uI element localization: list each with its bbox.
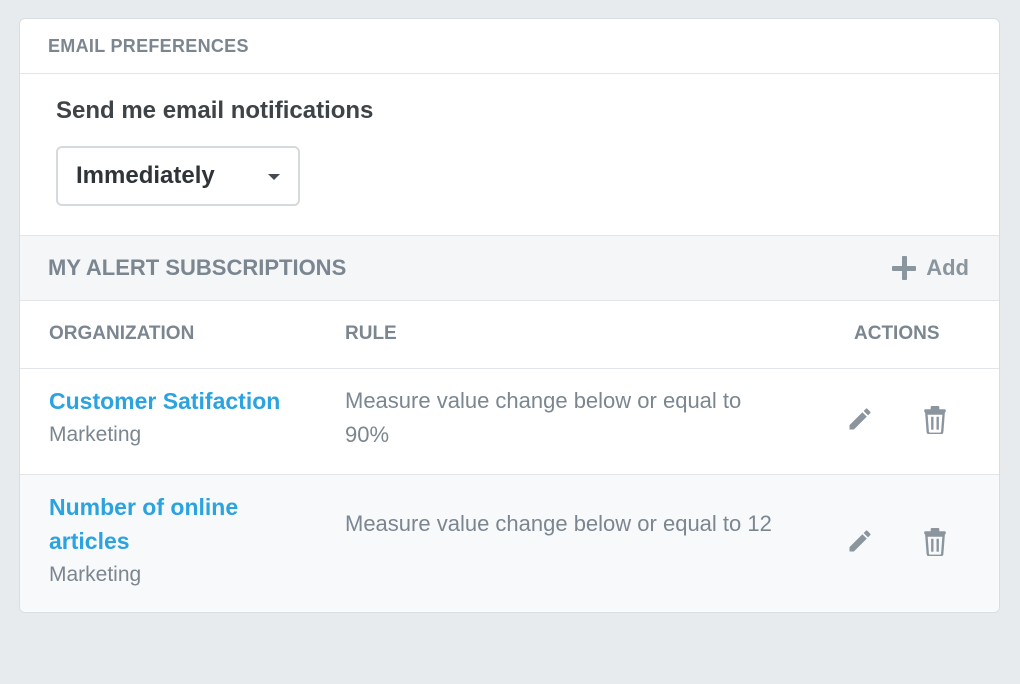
email-preferences-card: EMAIL PREFERENCES Send me email notifica… <box>19 18 1000 613</box>
notification-frequency-select[interactable]: Immediately <box>56 146 300 206</box>
subscription-organization: Marketing <box>49 563 142 586</box>
subscriptions-header: MY ALERT SUBSCRIPTIONS Add <box>20 235 999 301</box>
notification-label: Send me email notifications <box>56 97 374 124</box>
pencil-icon[interactable] <box>846 527 874 555</box>
subscription-rule: Measure value change below or equal to 9… <box>345 388 742 447</box>
add-label: Add <box>926 255 969 280</box>
plus-icon <box>892 256 917 280</box>
subscriptions-title: MY ALERT SUBSCRIPTIONS <box>48 255 347 280</box>
column-rule: RULE <box>345 323 397 344</box>
subscription-link[interactable]: Number of online articles <box>49 490 309 558</box>
trash-icon[interactable] <box>922 406 948 434</box>
pencil-icon[interactable] <box>846 405 874 433</box>
add-subscription-button[interactable]: Add <box>892 255 969 281</box>
email-preferences-title: EMAIL PREFERENCES <box>48 35 249 56</box>
subscription-rule: Measure value change below or equal to 1… <box>345 511 772 536</box>
subscription-organization: Marketing <box>49 423 142 446</box>
card-header: EMAIL PREFERENCES <box>20 19 999 74</box>
alert-subscriptions-section: MY ALERT SUBSCRIPTIONS Add ORGANIZATION … <box>20 235 999 611</box>
caret-down-icon <box>268 174 280 180</box>
selected-frequency: Immediately <box>76 162 215 189</box>
table-row: Number of online articles Marketing Meas… <box>20 475 999 611</box>
table-header: ORGANIZATION RULE ACTIONS <box>20 301 999 369</box>
subscription-link[interactable]: Customer Satifaction <box>49 384 309 418</box>
column-organization: ORGANIZATION <box>49 323 195 344</box>
trash-icon[interactable] <box>922 528 948 556</box>
table-row: Customer Satifaction Marketing Measure v… <box>20 369 999 475</box>
column-actions: ACTIONS <box>854 323 940 344</box>
